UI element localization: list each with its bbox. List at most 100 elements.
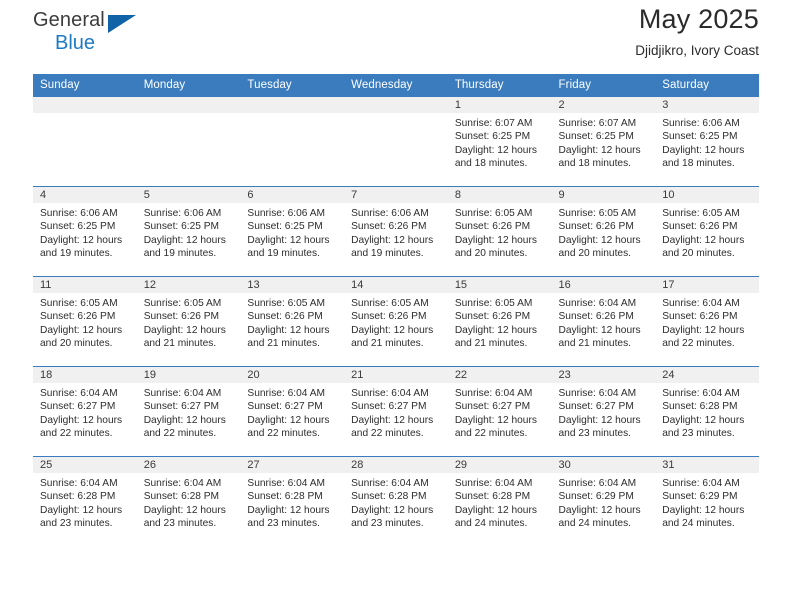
daylight-line-2: and 21 minutes. <box>143 338 217 350</box>
calendar-day-cell[interactable]: 8 Sunrise: 6:05 AM Sunset: 6:26 PM Daylight… <box>447 186 552 277</box>
day-number: 13 <box>240 277 345 293</box>
calendar-week-row: 18 Sunrise: 6:04 AM Sunset: 6:27 PM Dayligh… <box>33 366 759 457</box>
daylight-line-1: Daylight: 12 hours <box>351 504 434 516</box>
calendar-day-cell[interactable]: 29 Sunrise: 6:04 AM Sunset: 6:28 PM Dayligh… <box>447 456 552 547</box>
calendar-day-cell[interactable]: 7 Sunrise: 6:06 AM Sunset: 6:26 PM Daylight… <box>344 186 448 277</box>
brand-logo[interactable]: General Blue <box>33 8 153 60</box>
daylight-line-1: Daylight: 12 hours <box>351 324 434 336</box>
sunset-time: Sunset: 6:28 PM <box>143 491 220 503</box>
calendar-day-cell[interactable]: 27 Sunrise: 6:04 AM Sunset: 6:28 PM Dayligh… <box>240 456 345 547</box>
daylight-line-1: Daylight: 12 hours <box>662 414 745 426</box>
calendar-day-cell-empty <box>33 96 137 187</box>
calendar-day-cell[interactable]: 14 Sunrise: 6:05 AM Sunset: 6:26 PM Dayligh… <box>344 276 448 367</box>
calendar-day-cell[interactable]: 4 Sunrise: 6:06 AM Sunset: 6:25 PM Daylight… <box>33 186 137 277</box>
daylight-line-1: Daylight: 12 hours <box>143 324 226 336</box>
calendar-day-cell[interactable]: 16 Sunrise: 6:04 AM Sunset: 6:26 PM Dayligh… <box>551 276 656 367</box>
calendar-day-cell[interactable]: 24 Sunrise: 6:04 AM Sunset: 6:28 PM Dayligh… <box>655 366 759 457</box>
calendar-day-cell[interactable]: 2 Sunrise: 6:07 AM Sunset: 6:25 PM Daylight… <box>551 96 656 187</box>
calendar-day-cell[interactable]: 3 Sunrise: 6:06 AM Sunset: 6:25 PM Daylight… <box>655 96 759 187</box>
calendar-day-cell[interactable]: 17 Sunrise: 6:04 AM Sunset: 6:26 PM Dayligh… <box>655 276 759 367</box>
sunrise-time: Sunrise: 6:05 AM <box>247 298 325 309</box>
daylight-line-1: Daylight: 12 hours <box>247 504 330 516</box>
day-details: Sunrise: 6:04 AM Sunset: 6:27 PM Daylight:… <box>33 383 137 441</box>
calendar-day-cell[interactable]: 23 Sunrise: 6:04 AM Sunset: 6:27 PM Dayligh… <box>551 366 656 457</box>
sunset-time: Sunset: 6:27 PM <box>558 401 634 413</box>
calendar-day-cell[interactable]: 15 Sunrise: 6:05 AM Sunset: 6:26 PM Dayligh… <box>447 276 552 367</box>
brand-name-blue: Blue <box>55 32 96 54</box>
daylight-line-2: and 23 minutes. <box>351 518 424 530</box>
day-number: 31 <box>655 457 759 473</box>
page-title: May 2025 <box>638 4 759 34</box>
calendar-day-cell[interactable]: 28 Sunrise: 6:04 AM Sunset: 6:28 PM Dayligh… <box>344 456 448 547</box>
daylight-line-1: Daylight: 12 hours <box>662 144 745 156</box>
calendar-day-cell[interactable]: 25 Sunrise: 6:04 AM Sunset: 6:28 PM Dayligh… <box>33 456 137 547</box>
calendar-body: 1 Sunrise: 6:07 AM Sunset: 6:25 PM Daylight… <box>33 96 759 547</box>
sunrise-time: Sunrise: 6:04 AM <box>662 298 740 309</box>
day-details: Sunrise: 6:06 AM Sunset: 6:25 PM Daylight:… <box>33 203 137 261</box>
day-details: Sunrise: 6:04 AM Sunset: 6:28 PM Daylight:… <box>344 473 448 531</box>
calendar-day-cell[interactable]: 1 Sunrise: 6:07 AM Sunset: 6:25 PM Daylight… <box>447 96 552 187</box>
day-details: Sunrise: 6:04 AM Sunset: 6:27 PM Daylight:… <box>552 383 656 441</box>
daylight-line-2: and 19 minutes. <box>247 248 320 260</box>
daylight-line-2: and 24 minutes. <box>662 518 735 530</box>
day-number: 1 <box>447 97 552 113</box>
day-details: Sunrise: 6:04 AM Sunset: 6:27 PM Daylight:… <box>344 383 448 441</box>
daylight-line-1: Daylight: 12 hours <box>40 414 123 426</box>
calendar-day-cell[interactable]: 11 Sunrise: 6:05 AM Sunset: 6:26 PM Dayligh… <box>33 276 137 367</box>
day-number: 18 <box>33 367 137 383</box>
sunrise-time: Sunrise: 6:04 AM <box>558 298 637 309</box>
calendar-day-cell[interactable]: 26 Sunrise: 6:04 AM Sunset: 6:28 PM Dayligh… <box>136 456 241 547</box>
calendar-day-cell[interactable]: 20 Sunrise: 6:04 AM Sunset: 6:27 PM Dayligh… <box>240 366 345 457</box>
day-details: Sunrise: 6:07 AM Sunset: 6:25 PM Daylight:… <box>448 113 552 171</box>
sunset-time: Sunset: 6:25 PM <box>662 131 738 143</box>
day-number <box>33 97 137 113</box>
daylight-line-2: and 18 minutes. <box>662 158 735 170</box>
calendar-day-cell[interactable]: 6 Sunrise: 6:06 AM Sunset: 6:25 PM Daylight… <box>240 186 345 277</box>
calendar-table: Sunday Monday Tuesday Wednesday Thursday… <box>33 74 759 547</box>
sunset-time: Sunset: 6:29 PM <box>662 491 738 503</box>
sunset-time: Sunset: 6:27 PM <box>351 401 427 413</box>
sunrise-time: Sunrise: 6:04 AM <box>247 478 325 489</box>
daylight-line-1: Daylight: 12 hours <box>454 144 537 156</box>
calendar-week-row: 4 Sunrise: 6:06 AM Sunset: 6:25 PM Daylight… <box>33 186 759 277</box>
daylight-line-2: and 23 minutes. <box>558 428 632 440</box>
calendar-day-cell[interactable]: 21 Sunrise: 6:04 AM Sunset: 6:27 PM Dayligh… <box>344 366 448 457</box>
calendar-week-row: 1 Sunrise: 6:07 AM Sunset: 6:25 PM Daylight… <box>33 96 759 187</box>
sunset-time: Sunset: 6:26 PM <box>351 311 427 323</box>
calendar-day-cell[interactable]: 5 Sunrise: 6:06 AM Sunset: 6:25 PM Daylight… <box>136 186 241 277</box>
calendar-day-cell[interactable]: 19 Sunrise: 6:04 AM Sunset: 6:27 PM Dayligh… <box>136 366 241 457</box>
daylight-line-2: and 22 minutes. <box>351 428 424 440</box>
sunrise-time: Sunrise: 6:04 AM <box>454 478 533 489</box>
calendar-day-cell[interactable]: 9 Sunrise: 6:05 AM Sunset: 6:26 PM Daylight… <box>551 186 656 277</box>
calendar-page: General Blue May 2025 Djidjikro, Ivory C… <box>0 0 792 612</box>
sunset-time: Sunset: 6:26 PM <box>143 311 220 323</box>
calendar-day-cell[interactable]: 12 Sunrise: 6:05 AM Sunset: 6:26 PM Dayligh… <box>136 276 241 367</box>
calendar-day-cell[interactable]: 30 Sunrise: 6:04 AM Sunset: 6:29 PM Dayligh… <box>551 456 656 547</box>
calendar-day-cell[interactable]: 13 Sunrise: 6:05 AM Sunset: 6:26 PM Dayligh… <box>240 276 345 367</box>
daylight-line-1: Daylight: 12 hours <box>143 234 226 246</box>
sunrise-time: Sunrise: 6:06 AM <box>143 208 222 219</box>
calendar-day-cell[interactable]: 18 Sunrise: 6:04 AM Sunset: 6:27 PM Dayligh… <box>33 366 137 457</box>
daylight-line-2: and 18 minutes. <box>454 158 528 170</box>
daylight-line-2: and 19 minutes. <box>143 248 217 260</box>
daylight-line-2: and 22 minutes. <box>143 428 217 440</box>
sunset-time: Sunset: 6:26 PM <box>351 221 427 233</box>
calendar-day-cell[interactable]: 10 Sunrise: 6:05 AM Sunset: 6:26 PM Dayligh… <box>655 186 759 277</box>
calendar-day-cell[interactable]: 31 Sunrise: 6:04 AM Sunset: 6:29 PM Dayligh… <box>655 456 759 547</box>
day-number: 6 <box>240 187 345 203</box>
day-number: 10 <box>655 187 759 203</box>
sunset-time: Sunset: 6:26 PM <box>662 311 738 323</box>
sunrise-time: Sunrise: 6:05 AM <box>454 298 533 309</box>
sunrise-time: Sunrise: 6:04 AM <box>351 388 429 399</box>
day-details: Sunrise: 6:06 AM Sunset: 6:25 PM Daylight:… <box>655 113 759 171</box>
daylight-line-1: Daylight: 12 hours <box>247 414 330 426</box>
daylight-line-2: and 20 minutes. <box>558 248 632 260</box>
day-number: 2 <box>551 97 656 113</box>
sunrise-time: Sunrise: 6:06 AM <box>351 208 429 219</box>
daylight-line-1: Daylight: 12 hours <box>454 414 537 426</box>
daylight-line-1: Daylight: 12 hours <box>558 414 641 426</box>
day-details: Sunrise: 6:05 AM Sunset: 6:26 PM Daylight:… <box>655 203 759 261</box>
calendar-day-cell[interactable]: 22 Sunrise: 6:04 AM Sunset: 6:27 PM Dayligh… <box>447 366 552 457</box>
day-number: 9 <box>551 187 656 203</box>
daylight-line-2: and 23 minutes. <box>247 518 320 530</box>
